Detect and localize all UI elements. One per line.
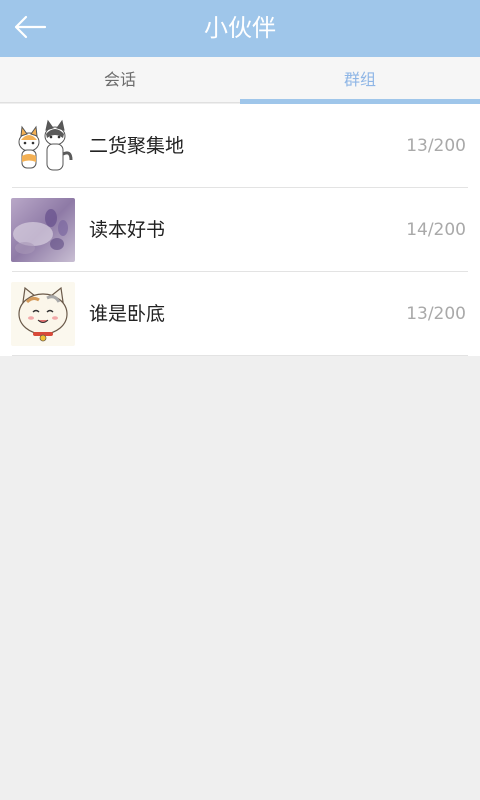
- group-name: 谁是卧底: [89, 303, 166, 325]
- tab-groups[interactable]: 群组: [240, 57, 480, 102]
- group-name: 二货聚集地: [89, 135, 185, 157]
- two-cats-avatar: [11, 114, 75, 178]
- header-bar: 小伙伴: [0, 0, 480, 57]
- cartoon-cat-avatar: [11, 282, 75, 346]
- member-count: 13/200: [406, 304, 466, 324]
- group-list: 二货聚集地 13/200 读本好书 14/200 谁是卧底 13/200: [0, 104, 480, 356]
- tab-conversations[interactable]: 会话: [0, 57, 240, 102]
- page-title: 小伙伴: [204, 14, 276, 42]
- group-item[interactable]: 二货聚集地 13/200: [0, 104, 480, 188]
- divider: [12, 355, 468, 356]
- member-count: 14/200: [406, 220, 466, 240]
- tab-bar: 会话 群组: [0, 57, 480, 103]
- purple-flower-avatar: [11, 198, 75, 262]
- group-item[interactable]: 读本好书 14/200: [0, 188, 480, 272]
- group-item[interactable]: 谁是卧底 13/200: [0, 272, 480, 356]
- group-name: 读本好书: [89, 219, 166, 241]
- member-count: 13/200: [406, 136, 466, 156]
